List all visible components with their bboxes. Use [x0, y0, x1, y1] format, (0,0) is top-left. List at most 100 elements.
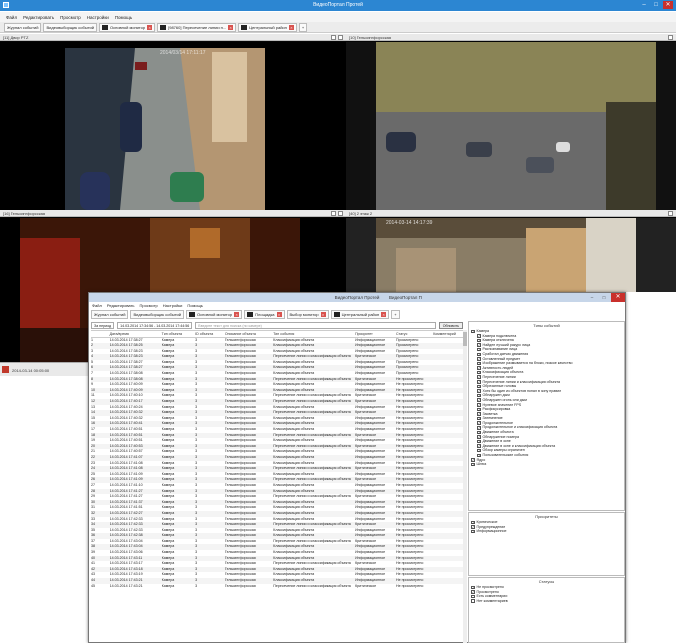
tab-close-icon[interactable]: ×: [234, 312, 240, 317]
close-button[interactable]: ✕: [663, 1, 673, 9]
camera-view-4[interactable]: [40] 2 этаж 2 2014-03-14 14:17:39: [346, 210, 676, 292]
checkbox-checked-icon[interactable]: ✓: [471, 329, 475, 334]
checkbox-checked-icon[interactable]: ✓: [477, 338, 481, 343]
checkbox-checked-icon[interactable]: ✓: [477, 384, 481, 389]
checkbox-checked-icon[interactable]: ✓: [477, 448, 481, 453]
tab-main-monitor[interactable]: Основной монитор ×: [186, 310, 243, 319]
camera-view-2[interactable]: [10] Гельсингфорсская: [346, 34, 676, 210]
add-tab-button[interactable]: +: [298, 22, 308, 32]
checkbox-checked-icon[interactable]: ✓: [477, 430, 481, 435]
maximize-button[interactable]: □: [599, 293, 609, 302]
tab-main-monitor[interactable]: Основной монитор ×: [99, 22, 156, 32]
checkbox-checked-icon[interactable]: ✓: [477, 343, 481, 347]
checkbox-checked-icon[interactable]: ✓: [471, 525, 475, 529]
tab-close-icon[interactable]: ×: [381, 312, 387, 317]
checkbox-item[interactable]: Нет комментариев: [469, 599, 624, 604]
checkbox-checked-icon[interactable]: ✓: [471, 462, 475, 467]
tab-central-district[interactable]: Центральный район ×: [330, 310, 390, 319]
checkbox-checked-icon[interactable]: ✓: [477, 426, 481, 430]
table-cell: Пересечение линии и классификация объект…: [273, 466, 356, 472]
camera-close-icon[interactable]: [338, 35, 343, 40]
checkbox-checked-icon[interactable]: ✓: [471, 585, 475, 590]
checkbox-checked-icon[interactable]: ✓: [477, 366, 481, 370]
maximize-button[interactable]: □: [651, 1, 661, 9]
menu-help[interactable]: Помощь: [115, 15, 132, 20]
camera-title: [10] Гельсингфорсская: [349, 35, 392, 40]
checkbox-checked-icon[interactable]: ✓: [477, 412, 481, 416]
checkbox-checked-icon[interactable]: ✓: [471, 529, 475, 534]
table-scrollbar[interactable]: [463, 330, 467, 643]
record-icon[interactable]: [2, 366, 9, 373]
minimize-button[interactable]: –: [587, 293, 597, 302]
camera-close-icon[interactable]: [668, 211, 673, 216]
checkbox-checked-icon[interactable]: ✓: [471, 458, 475, 462]
camera-timestamp: 2014-03-14 14:17:39: [386, 220, 433, 226]
checkbox-checked-icon[interactable]: ✓: [477, 403, 481, 407]
camera-view-1[interactable]: [11] Двор PTZ 2014/03/14 17:11:17: [0, 34, 346, 210]
checkbox-checked-icon[interactable]: ✓: [477, 421, 481, 425]
tab-event-picker[interactable]: Видеовыборщик событий: [130, 310, 185, 319]
checkbox-checked-icon[interactable]: ✓: [477, 347, 481, 352]
add-tab-button[interactable]: +: [391, 310, 400, 319]
refresh-button[interactable]: Обновить: [438, 321, 463, 329]
camera-image: [346, 218, 676, 292]
checkbox-unchecked-icon[interactable]: [471, 594, 475, 599]
checkbox-checked-icon[interactable]: ✓: [477, 389, 481, 393]
tab-close-icon[interactable]: ×: [320, 312, 326, 317]
menu-edit[interactable]: Редактировать: [107, 303, 135, 308]
tab-label: Основной монитор: [110, 24, 146, 30]
tab-event-log[interactable]: Журнал событий: [91, 310, 129, 319]
checkbox-checked-icon[interactable]: ✓: [477, 453, 481, 458]
camera-close-icon[interactable]: [338, 211, 343, 216]
menu-file[interactable]: Файл: [92, 303, 102, 308]
tab-event-log[interactable]: Журнал событий: [4, 22, 42, 32]
minimize-button[interactable]: –: [639, 1, 649, 9]
checkbox-checked-icon[interactable]: ✓: [477, 435, 481, 439]
camera-close-icon[interactable]: [668, 35, 673, 40]
checkbox-checked-icon[interactable]: ✓: [477, 361, 481, 366]
checkbox-checked-icon[interactable]: ✓: [471, 520, 475, 525]
checkbox-checked-icon[interactable]: ✓: [477, 439, 481, 444]
period-select[interactable]: За период: [91, 321, 115, 329]
checkbox-checked-icon[interactable]: ✓: [477, 370, 481, 375]
menu-edit[interactable]: Редактировать: [23, 15, 54, 20]
checkbox-checked-icon[interactable]: ✓: [477, 380, 481, 384]
tab-event-picker[interactable]: Видеовыборщик событий: [43, 22, 98, 32]
camera-menu-icon[interactable]: [331, 35, 336, 40]
menu-view[interactable]: Просмотр: [139, 303, 157, 308]
checkbox-checked-icon[interactable]: ✓: [477, 444, 481, 448]
scrollbar-thumb[interactable]: [463, 332, 467, 346]
date-range-field[interactable]: 14.03.2014 17:34:56 - 14.03.2014 17:44:5…: [117, 321, 193, 329]
checkbox-checked-icon[interactable]: ✓: [477, 398, 481, 402]
checkbox-checked-icon[interactable]: ✓: [477, 393, 481, 398]
checkbox-checked-icon[interactable]: ✓: [477, 334, 481, 338]
checkbox-item[interactable]: ✓ Шлюз: [469, 462, 624, 467]
checkbox-checked-icon[interactable]: ✓: [471, 590, 475, 594]
tab-monitor-select[interactable]: Выбор монитор ×: [286, 310, 329, 319]
checkbox-checked-icon[interactable]: ✓: [477, 357, 481, 361]
tab-close-icon[interactable]: ×: [288, 24, 294, 30]
menu-file[interactable]: Файл: [6, 15, 17, 20]
menu-help[interactable]: Помощь: [187, 303, 202, 308]
close-button[interactable]: ✕: [611, 293, 625, 302]
tab-line-crossing[interactable]: [98760] Пересечение линии н... ×: [157, 22, 237, 32]
table-row[interactable]: 45 14.03.2014 17:43:21 Камера 3 Гельсингфорс…: [91, 584, 463, 590]
checkbox-checked-icon[interactable]: ✓: [477, 375, 481, 379]
tab-central-district[interactable]: Центральный район ×: [238, 22, 297, 32]
table-cell: 3: [195, 583, 198, 588]
camera-menu-icon[interactable]: [331, 211, 336, 216]
tab-site[interactable]: Площадка ×: [244, 310, 285, 319]
checkbox-item[interactable]: ✓ Информационное: [469, 529, 624, 534]
playback-bar[interactable]: 2014-03-14 00:05:00: [0, 362, 88, 376]
tab-close-icon[interactable]: ×: [276, 312, 282, 317]
menu-settings[interactable]: Настройки: [87, 15, 109, 20]
menu-view[interactable]: Просмотр: [60, 15, 81, 20]
checkbox-checked-icon[interactable]: ✓: [477, 416, 481, 421]
tab-close-icon[interactable]: ×: [228, 24, 234, 30]
search-input[interactable]: Введите текст для поиска (по камере): [195, 321, 436, 329]
checkbox-unchecked-icon[interactable]: [471, 599, 475, 603]
checkbox-checked-icon[interactable]: ✓: [477, 407, 481, 412]
tab-close-icon[interactable]: ×: [147, 24, 153, 30]
checkbox-checked-icon[interactable]: ✓: [477, 352, 481, 357]
menu-settings[interactable]: Настройки: [163, 303, 183, 308]
